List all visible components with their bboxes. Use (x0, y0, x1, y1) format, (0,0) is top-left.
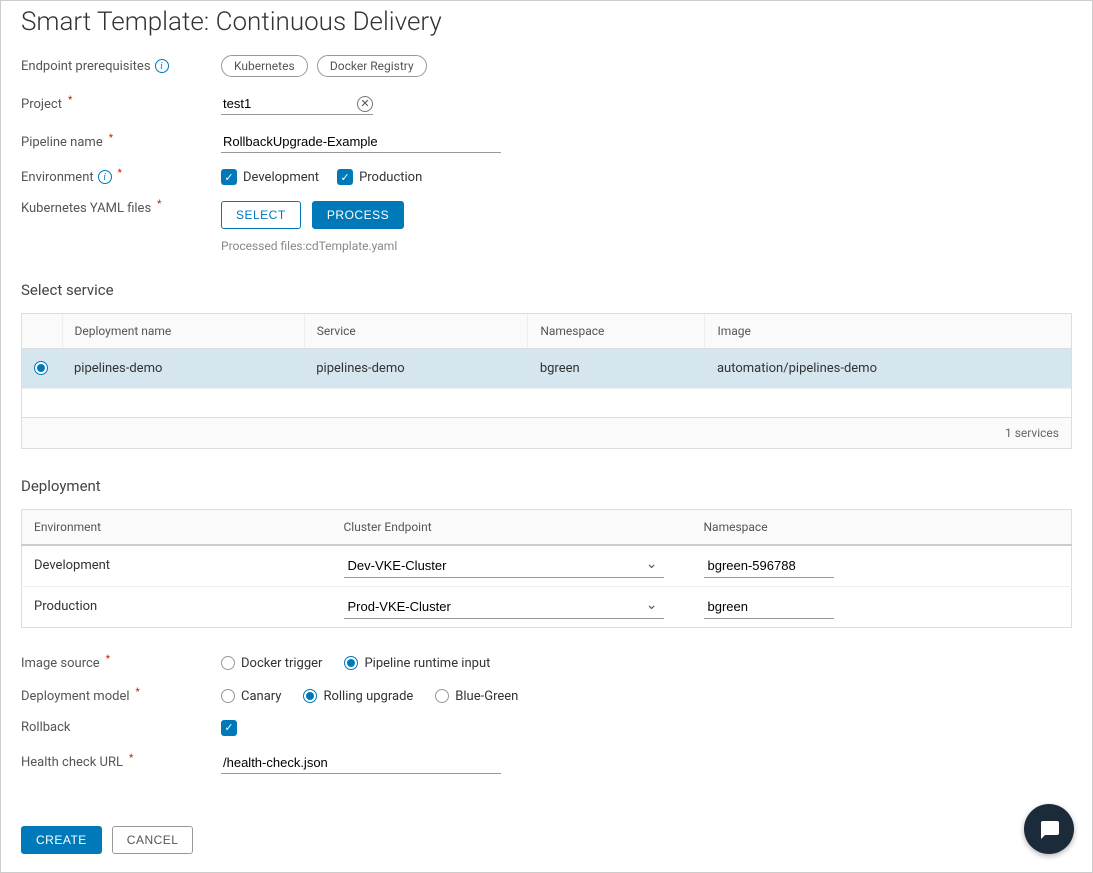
service-row-radio[interactable] (34, 361, 48, 375)
service-row[interactable]: pipelines-demo pipelines-demo bgreen aut… (22, 349, 1071, 389)
cluster-select-dev[interactable]: Dev-VKE-Cluster (344, 554, 664, 578)
model-rolling[interactable]: Rolling upgrade (303, 689, 413, 704)
service-empty-row (22, 389, 1071, 417)
cell-deployment: pipelines-demo (62, 349, 304, 389)
service-table: Deployment name Service Namespace Image … (22, 314, 1071, 417)
health-url-label: Health check URL (21, 755, 123, 770)
endpoint-prereq-label: Endpoint prerequisites (21, 59, 151, 74)
cancel-button[interactable]: CANCEL (112, 826, 194, 854)
select-button[interactable]: SELECT (221, 201, 301, 229)
col-service: Service (304, 314, 528, 349)
deploy-row-prod: Production Prod-VKE-Cluster (22, 586, 1072, 627)
service-table-footer: 1 services (22, 417, 1071, 448)
model-bluegreen[interactable]: Blue-Green (435, 689, 518, 704)
clear-project-icon[interactable]: ✕ (357, 96, 373, 112)
cell-service: pipelines-demo (304, 349, 528, 389)
col-namespace: Namespace (528, 314, 705, 349)
env-development-checkbox[interactable]: ✓ (221, 169, 237, 185)
image-source-label: Image source (21, 656, 100, 671)
info-icon[interactable]: i (98, 170, 112, 184)
yaml-files-label: Kubernetes YAML files (21, 201, 151, 216)
env-production-checkbox[interactable]: ✓ (337, 169, 353, 185)
project-input[interactable] (221, 93, 351, 114)
cell-image: automation/pipelines-demo (705, 349, 1071, 389)
model-canary[interactable]: Canary (221, 689, 281, 704)
deploy-row-dev: Development Dev-VKE-Cluster (22, 545, 1072, 587)
image-source-runtime[interactable]: Pipeline runtime input (344, 656, 490, 671)
page-title: Smart Template: Continuous Delivery (21, 7, 1072, 37)
health-url-input[interactable] (221, 752, 501, 774)
cell-namespace: bgreen (528, 349, 705, 389)
process-button[interactable]: PROCESS (312, 201, 404, 229)
project-label: Project (21, 97, 62, 112)
dcol-namespace: Namespace (692, 509, 1072, 545)
pipeline-name-label: Pipeline name (21, 135, 103, 150)
col-deployment-name: Deployment name (62, 314, 304, 349)
namespace-input-dev[interactable] (704, 554, 834, 578)
processed-files-text: Processed files:cdTemplate.yaml (221, 239, 404, 253)
rollback-label: Rollback (21, 720, 71, 735)
prereq-tag-kubernetes[interactable]: Kubernetes (221, 55, 308, 77)
image-source-docker[interactable]: Docker trigger (221, 656, 322, 671)
deploy-env-prod: Production (22, 586, 332, 627)
dcol-cluster: Cluster Endpoint (332, 509, 692, 545)
col-image: Image (705, 314, 1071, 349)
deploy-env-dev: Development (22, 545, 332, 587)
deployment-model-label: Deployment model (21, 689, 130, 704)
select-service-heading: Select service (21, 281, 1072, 299)
info-icon[interactable]: i (155, 59, 169, 73)
deployment-heading: Deployment (21, 477, 1072, 495)
environment-label: Environment (21, 170, 94, 185)
rollback-checkbox[interactable]: ✓ (221, 720, 237, 736)
pipeline-name-input[interactable] (221, 131, 501, 153)
prereq-tag-docker[interactable]: Docker Registry (317, 55, 427, 77)
env-production-label: Production (359, 170, 422, 185)
cluster-select-prod[interactable]: Prod-VKE-Cluster (344, 595, 664, 619)
dcol-env: Environment (22, 509, 332, 545)
env-development-label: Development (243, 170, 319, 185)
chat-icon[interactable] (1024, 804, 1074, 854)
namespace-input-prod[interactable] (704, 595, 834, 619)
deployment-table: Environment Cluster Endpoint Namespace D… (21, 509, 1072, 628)
create-button[interactable]: CREATE (21, 826, 102, 854)
